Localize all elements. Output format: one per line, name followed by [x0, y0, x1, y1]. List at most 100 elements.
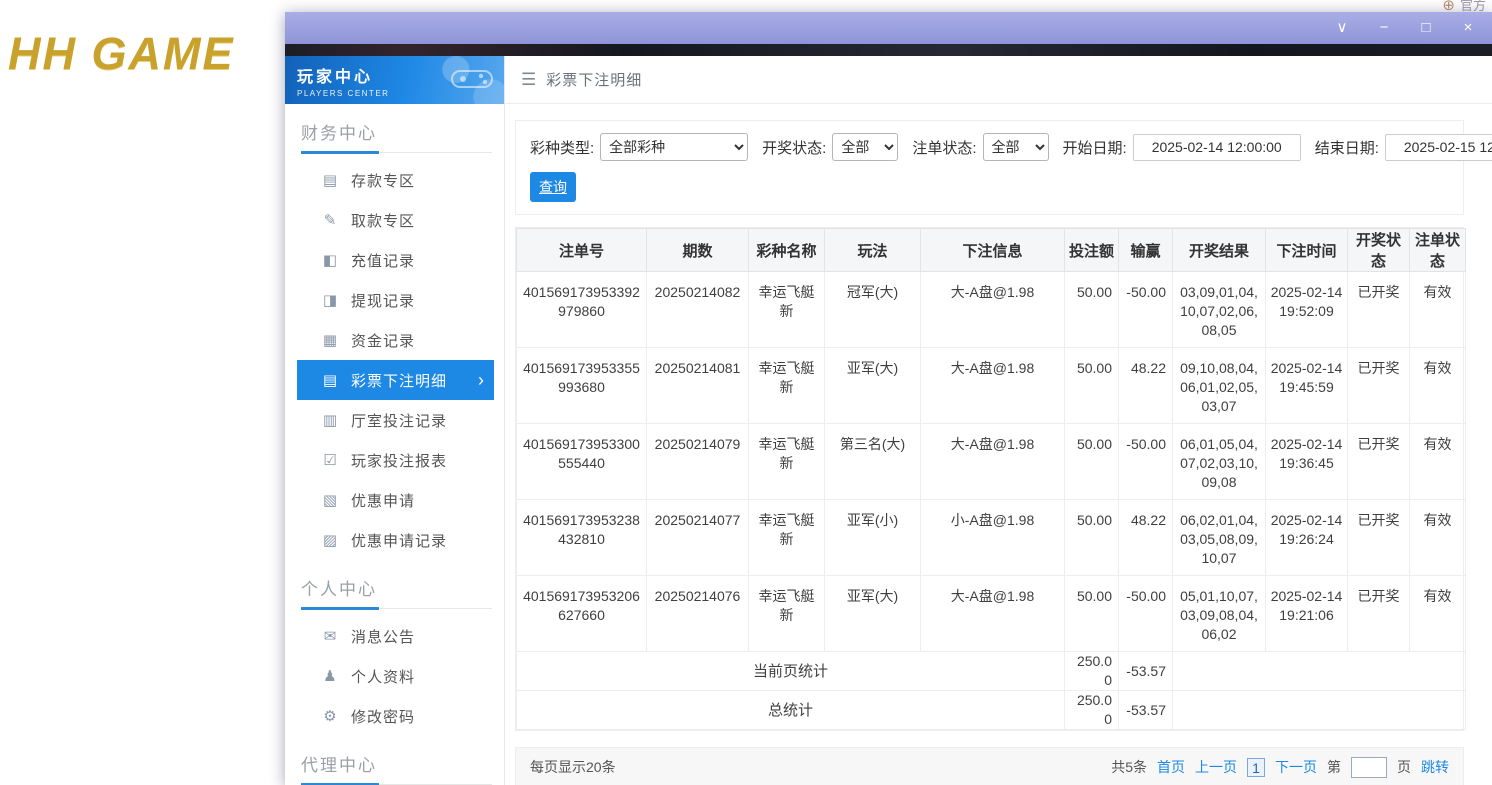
current-page-number[interactable]: 1	[1247, 758, 1265, 777]
bet-status-label: 注单状态:	[912, 137, 976, 158]
table-cell: 50.00	[1065, 272, 1119, 348]
summary-empty-cell	[1173, 691, 1466, 730]
table-row: 40156917395330055544020250214079幸运飞艇新第三名…	[517, 424, 1466, 500]
sidebar-item[interactable]: ▤彩票下注明细›	[297, 360, 494, 400]
sidebar-item[interactable]: ✉ 消息公告	[297, 616, 494, 656]
table-cell: 401569173953392979860	[517, 272, 647, 348]
profile-user-icon: ♟	[319, 667, 341, 685]
sidebar-item[interactable]: ◧充值记录	[297, 240, 494, 280]
draw-status-select[interactable]: 全部	[832, 133, 898, 161]
sidebar-item[interactable]: ✎取款专区	[297, 200, 494, 240]
table-cell: 20250214082	[647, 272, 749, 348]
column-header: 注单号	[517, 229, 647, 272]
table-cell: 2025-02-14 19:52:09	[1266, 272, 1348, 348]
funds-record-icon: ▦	[319, 331, 341, 349]
withdraw-icon: ✎	[319, 211, 341, 229]
table-cell: 小-A盘@1.98	[921, 500, 1065, 576]
window-maximize-icon[interactable]: □	[1418, 20, 1434, 36]
column-header: 投注额	[1065, 229, 1119, 272]
table-cell: 有效	[1410, 272, 1466, 348]
sidebar-item-label: 玩家投注报表	[351, 450, 447, 471]
next-page-link[interactable]: 下一页	[1275, 757, 1317, 777]
query-button[interactable]: 查询	[530, 172, 576, 202]
end-date-input[interactable]	[1385, 134, 1492, 161]
hall-bet-record-icon: ▥	[319, 411, 341, 429]
column-header: 玩法	[825, 229, 921, 272]
window-collapse-icon[interactable]: ∨	[1334, 20, 1350, 36]
sidebar-menu: 财务中心▤存款专区✎取款专区◧充值记录◨提现记录▦资金记录▤彩票下注明细›▥厅室…	[285, 104, 504, 785]
sidebar-item[interactable]: ⚙ 修改密码	[297, 696, 494, 736]
table-cell: 20250214081	[647, 348, 749, 424]
sidebar-item[interactable]: ▨优惠申请记录	[297, 520, 494, 560]
start-date-input[interactable]	[1133, 134, 1301, 161]
table-cell: 幸运飞艇新	[749, 272, 825, 348]
lottery-type-select[interactable]: 全部彩种	[600, 133, 748, 161]
table-cell: 06,02,01,04,03,05,08,09,10,07	[1173, 500, 1266, 576]
jump-page-input[interactable]	[1351, 757, 1387, 778]
bets-table: 注单号期数彩种名称玩法下注信息投注额输赢开奖结果下注时间开奖状态注单状态4015…	[516, 228, 1466, 730]
announcement-bell-icon: ✉	[319, 627, 341, 645]
password-gear-icon: ⚙	[319, 707, 341, 725]
table-cell: 有效	[1410, 348, 1466, 424]
jump-button[interactable]: 跳转	[1421, 757, 1449, 777]
sidebar-item-label: 充值记录	[351, 250, 415, 271]
table-cell: 已开奖	[1348, 576, 1410, 652]
summary-bet-total: 250.00	[1065, 652, 1119, 691]
column-header: 期数	[647, 229, 749, 272]
sidebar-item[interactable]: ▧优惠申请	[297, 480, 494, 520]
top-banner-strip	[285, 44, 1492, 56]
table-row: 40156917395335599368020250214081幸运飞艇新亚军(…	[517, 348, 1466, 424]
desktop: HH GAME ⊕ 官方 ∨ − □ × 玩家中心 PLAYERS CENTER	[0, 0, 1492, 785]
table-cell: 401569173953206627660	[517, 576, 647, 652]
sidebar-item-label: 修改密码	[351, 706, 415, 727]
window-minimize-icon[interactable]: −	[1376, 20, 1392, 36]
sidebar-item-label: 优惠申请	[351, 490, 415, 511]
hamburger-menu-icon[interactable]: ☰	[521, 70, 536, 90]
column-header: 下注信息	[921, 229, 1065, 272]
sidebar-item-label: 厅室投注记录	[351, 410, 447, 431]
table-cell: 已开奖	[1348, 272, 1410, 348]
table-cell: 03,09,01,04,10,07,02,06,08,05	[1173, 272, 1266, 348]
table-cell: 已开奖	[1348, 348, 1410, 424]
table-cell: 20250214079	[647, 424, 749, 500]
sidebar-item[interactable]: ♟个人资料	[297, 656, 494, 696]
summary-winlose-total: -53.57	[1119, 652, 1173, 691]
prev-page-link[interactable]: 上一页	[1195, 757, 1237, 777]
table-cell: 2025-02-14 19:21:06	[1266, 576, 1348, 652]
page-prefix-label: 第	[1327, 757, 1341, 777]
sidebar-item[interactable]: ◨提现记录	[297, 280, 494, 320]
section-accent-bar	[301, 151, 379, 154]
summary-row: 当前页统计250.00-53.57	[517, 652, 1466, 691]
table-cell: 亚军(大)	[825, 576, 921, 652]
column-header: 开奖结果	[1173, 229, 1266, 272]
table-row: 40156917395323843281020250214077幸运飞艇新亚军(…	[517, 500, 1466, 576]
summary-empty-cell	[1173, 652, 1466, 691]
column-header: 彩种名称	[749, 229, 825, 272]
sidebar-item[interactable]: ▤存款专区	[297, 160, 494, 200]
summary-label: 总统计	[517, 691, 1065, 730]
sidebar-header: 玩家中心 PLAYERS CENTER	[285, 56, 504, 104]
table-header-row: 注单号期数彩种名称玩法下注信息投注额输赢开奖结果下注时间开奖状态注单状态	[517, 229, 1466, 272]
bet-status-select[interactable]: 全部	[983, 133, 1049, 161]
sidebar-item[interactable]: ▦ 资金记录	[297, 320, 494, 360]
table-cell: 幸运飞艇新	[749, 500, 825, 576]
first-page-link[interactable]: 首页	[1157, 757, 1185, 777]
sidebar-section-title: 个人中心	[285, 560, 504, 607]
sidebar: 玩家中心 PLAYERS CENTER 财务中心▤存款专区✎取款专区◧充值记录◨…	[285, 56, 505, 785]
table-cell: 48.22	[1119, 348, 1173, 424]
sidebar-item-label: 资金记录	[351, 330, 415, 351]
summary-winlose-total: -53.57	[1119, 691, 1173, 730]
sidebar-item[interactable]: ☑玩家投注报表	[297, 440, 494, 480]
sidebar-item[interactable]: ▥ 厅室投注记录	[297, 400, 494, 440]
table-cell: 50.00	[1065, 576, 1119, 652]
table-cell: 亚军(大)	[825, 348, 921, 424]
table-cell: -50.00	[1119, 424, 1173, 500]
lottery-type-label: 彩种类型:	[530, 137, 594, 158]
table-cell: 50.00	[1065, 500, 1119, 576]
sidebar-item-label: 消息公告	[351, 626, 415, 647]
table-cell: 冠军(大)	[825, 272, 921, 348]
table-cell: 有效	[1410, 500, 1466, 576]
page-title: 彩票下注明细	[546, 69, 642, 90]
window-close-icon[interactable]: ×	[1460, 20, 1476, 36]
table-cell: 大-A盘@1.98	[921, 348, 1065, 424]
